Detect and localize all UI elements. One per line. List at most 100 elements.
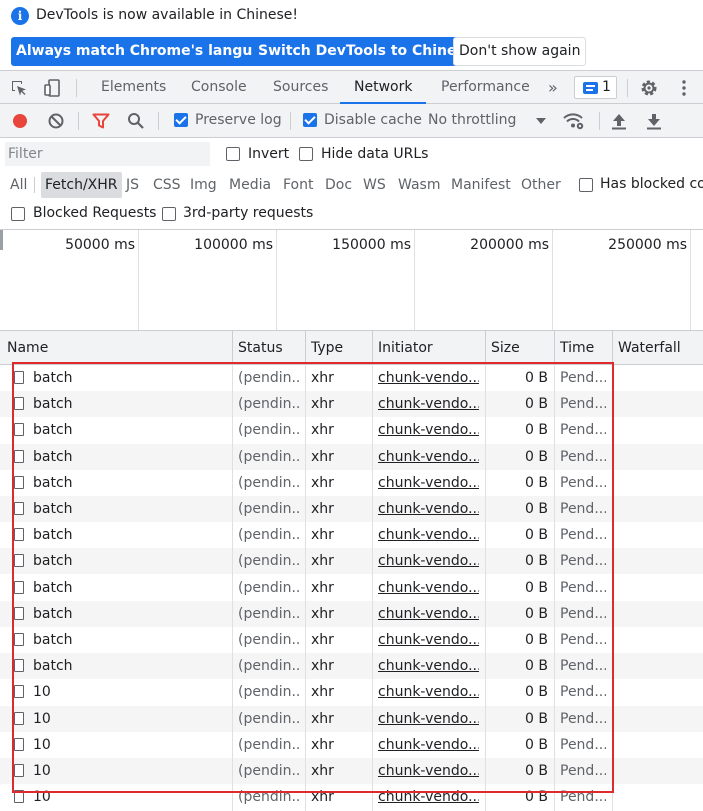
filter-type-ws[interactable]: WS <box>359 172 390 198</box>
record-icon[interactable] <box>10 111 30 131</box>
timeline-overview[interactable]: 50000 ms 100000 ms 150000 ms 200000 ms 2… <box>0 230 703 331</box>
disable-cache-label[interactable]: Disable cache <box>324 112 422 128</box>
filter-type-img[interactable]: Img <box>186 172 221 198</box>
request-initiator[interactable]: chunk-vendo... <box>378 653 479 679</box>
filter-type-other[interactable]: Other <box>517 172 565 198</box>
third-party-checkbox[interactable] <box>162 207 176 221</box>
column-divider[interactable] <box>485 331 486 365</box>
request-initiator[interactable]: chunk-vendo... <box>378 601 479 627</box>
request-row[interactable]: batch (pendin... xhr chunk-vendo... 0 B Pend.… <box>0 627 703 653</box>
filter-type-wasm[interactable]: Wasm <box>394 172 444 198</box>
third-party-label[interactable]: 3rd-party requests <box>183 205 313 221</box>
column-divider[interactable] <box>372 331 373 365</box>
device-toolbar-icon[interactable] <box>42 77 64 99</box>
request-initiator[interactable]: chunk-vendo... <box>378 417 479 443</box>
column-header-time[interactable]: Time <box>560 331 594 365</box>
request-initiator[interactable]: chunk-vendo... <box>378 496 479 522</box>
more-tabs-button[interactable]: » <box>548 71 558 104</box>
dropdown-arrow-icon[interactable] <box>534 113 548 129</box>
column-divider[interactable] <box>554 331 555 365</box>
clear-icon[interactable] <box>46 111 66 131</box>
dont-show-again-button[interactable]: Don't show again <box>453 37 587 66</box>
request-row[interactable]: batch (pendin... xhr chunk-vendo... 0 B Pend.… <box>0 417 703 443</box>
request-initiator[interactable]: chunk-vendo... <box>378 575 479 601</box>
invert-checkbox[interactable] <box>226 147 240 161</box>
request-initiator[interactable]: chunk-vendo... <box>378 548 479 574</box>
import-har-icon[interactable] <box>609 111 629 131</box>
request-row[interactable]: batch (pendin... xhr chunk-vendo... 0 B Pend.… <box>0 522 703 548</box>
export-har-icon[interactable] <box>644 111 664 131</box>
request-initiator[interactable]: chunk-vendo... <box>378 627 479 653</box>
request-row[interactable]: 10 (pendin... xhr chunk-vendo... 0 B Pend... <box>0 758 703 784</box>
request-row[interactable]: batch (pendin... xhr chunk-vendo... 0 B Pend.… <box>0 443 703 470</box>
request-initiator[interactable]: chunk-vendo... <box>378 784 479 810</box>
filter-type-media[interactable]: Media <box>225 172 275 198</box>
tab-performance[interactable]: Performance <box>441 71 530 104</box>
invert-label[interactable]: Invert <box>248 146 289 162</box>
always-match-language-button[interactable]: Always match Chrome's language <box>11 37 287 66</box>
preserve-log-checkbox[interactable] <box>174 113 188 127</box>
column-divider[interactable] <box>305 331 306 365</box>
hide-data-urls-label[interactable]: Hide data URLs <box>321 146 428 162</box>
filter-type-css[interactable]: CSS <box>149 172 185 198</box>
request-row[interactable]: batch (pendin... xhr chunk-vendo... 0 B Pend.… <box>0 496 703 522</box>
tab-console[interactable]: Console <box>191 71 247 104</box>
search-icon[interactable] <box>126 111 146 131</box>
request-initiator[interactable]: chunk-vendo... <box>378 706 479 732</box>
overview-handle[interactable] <box>0 230 3 250</box>
request-initiator[interactable]: chunk-vendo... <box>378 758 479 784</box>
request-row[interactable]: batch (pendin... xhr chunk-vendo... 0 B Pend.… <box>0 653 703 680</box>
request-row[interactable]: 10 (pendin... xhr chunk-vendo... 0 B Pend... <box>0 679 703 705</box>
issues-counter-button[interactable]: 1 <box>574 76 617 99</box>
request-row[interactable]: batch (pendin... xhr chunk-vendo... 0 B Pend.… <box>0 391 703 418</box>
has-blocked-cookies-checkbox[interactable] <box>579 178 593 192</box>
filter-type-js[interactable]: JS <box>122 172 143 198</box>
request-row[interactable]: batch (pendin... xhr chunk-vendo... 0 B Pend.… <box>0 600 703 627</box>
filter-icon[interactable] <box>91 111 111 131</box>
filter-type-doc[interactable]: Doc <box>321 172 356 198</box>
preserve-log-label[interactable]: Preserve log <box>195 112 282 128</box>
tab-elements[interactable]: Elements <box>101 71 166 104</box>
column-header-type[interactable]: Type <box>311 331 343 365</box>
request-row[interactable]: batch (pendin... xhr chunk-vendo... 0 B Pend.… <box>0 470 703 496</box>
filter-type-font[interactable]: Font <box>279 172 317 198</box>
request-row[interactable]: batch (pendin... xhr chunk-vendo... 0 B Pend.… <box>0 548 703 575</box>
request-initiator[interactable]: chunk-vendo... <box>378 732 479 758</box>
tab-sources[interactable]: Sources <box>273 71 328 104</box>
filter-type-fetch-xhr[interactable]: Fetch/XHR <box>41 172 122 198</box>
request-initiator[interactable]: chunk-vendo... <box>378 365 479 391</box>
kebab-menu-icon[interactable] <box>674 77 694 99</box>
gear-icon[interactable] <box>638 77 660 99</box>
column-divider[interactable] <box>232 331 233 365</box>
request-initiator[interactable]: chunk-vendo... <box>378 679 479 705</box>
tab-network[interactable]: Network <box>340 71 427 104</box>
request-row[interactable]: 10 (pendin... xhr chunk-vendo... 0 B Pend... <box>0 784 703 810</box>
request-row[interactable]: 10 (pendin... xhr chunk-vendo... 0 B Pend... <box>0 732 703 758</box>
inspect-icon[interactable] <box>8 77 30 99</box>
column-header-name[interactable]: Name <box>7 331 48 365</box>
switch-to-chinese-button[interactable]: Switch DevTools to Chinese <box>253 37 480 66</box>
request-row[interactable]: 10 (pendin... xhr chunk-vendo... 0 B Pend... <box>0 705 703 732</box>
request-initiator[interactable]: chunk-vendo... <box>378 444 479 470</box>
request-initiator[interactable]: chunk-vendo... <box>378 522 479 548</box>
request-row[interactable]: batch (pendin... xhr chunk-vendo... 0 B Pend.… <box>0 575 703 601</box>
disable-cache-checkbox[interactable] <box>303 113 317 127</box>
blocked-requests-label[interactable]: Blocked Requests <box>33 205 156 221</box>
column-divider[interactable] <box>612 331 613 365</box>
column-header-waterfall[interactable]: Waterfall <box>618 331 681 365</box>
filter-type-all[interactable]: All <box>6 172 31 198</box>
request-row[interactable]: batch (pendin... xhr chunk-vendo... 0 B Pend.… <box>0 365 703 391</box>
column-header-status[interactable]: Status <box>238 331 283 365</box>
filter-type-manifest[interactable]: Manifest <box>447 172 515 198</box>
request-initiator[interactable]: chunk-vendo... <box>378 391 479 417</box>
throttling-select[interactable]: No throttling <box>428 112 516 128</box>
column-header-initiator[interactable]: Initiator <box>378 331 433 365</box>
hide-data-urls-checkbox[interactable] <box>299 147 313 161</box>
network-conditions-icon[interactable] <box>563 111 585 131</box>
has-blocked-cookies-label[interactable]: Has blocked coo <box>600 176 703 192</box>
filter-input[interactable] <box>5 142 210 166</box>
request-initiator[interactable]: chunk-vendo... <box>378 470 479 496</box>
column-header-size[interactable]: Size <box>491 331 520 365</box>
blocked-requests-checkbox[interactable] <box>11 207 25 221</box>
request-time: Pend... <box>560 553 606 570</box>
